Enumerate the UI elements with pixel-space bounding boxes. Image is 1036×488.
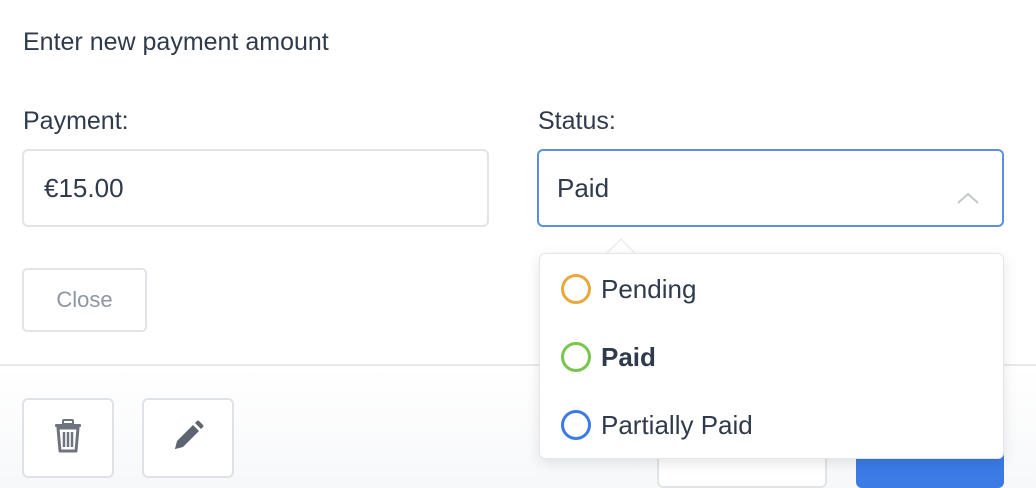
dropdown-option-pending[interactable]: Pending bbox=[540, 256, 1005, 322]
option-label: Pending bbox=[601, 273, 697, 304]
dropdown-option-paid[interactable]: Paid bbox=[540, 324, 1005, 390]
dropdown-option-partially-paid[interactable]: Partially Paid bbox=[540, 392, 1005, 458]
pencil-icon bbox=[171, 419, 205, 458]
close-button[interactable]: Close bbox=[22, 268, 147, 332]
page-heading: Enter new payment amount bbox=[23, 28, 329, 56]
status-label: Status: bbox=[538, 107, 616, 135]
status-ring-icon bbox=[561, 410, 591, 440]
delete-button[interactable] bbox=[22, 398, 114, 478]
trash-icon bbox=[53, 418, 83, 458]
payment-value: €15.00 bbox=[44, 172, 124, 203]
status-select-value: Paid bbox=[557, 172, 610, 203]
option-label: Paid bbox=[601, 341, 656, 372]
status-dropdown: Pending Paid Partially Paid bbox=[539, 253, 1004, 459]
edit-button[interactable] bbox=[142, 398, 234, 478]
status-ring-icon bbox=[561, 342, 591, 372]
status-ring-icon bbox=[561, 274, 591, 304]
payment-input[interactable]: €15.00 bbox=[22, 149, 489, 227]
payment-label: Payment: bbox=[23, 107, 129, 135]
chevron-up-icon bbox=[956, 181, 980, 204]
option-label: Partially Paid bbox=[601, 409, 753, 440]
status-select[interactable]: Paid bbox=[537, 149, 1004, 227]
